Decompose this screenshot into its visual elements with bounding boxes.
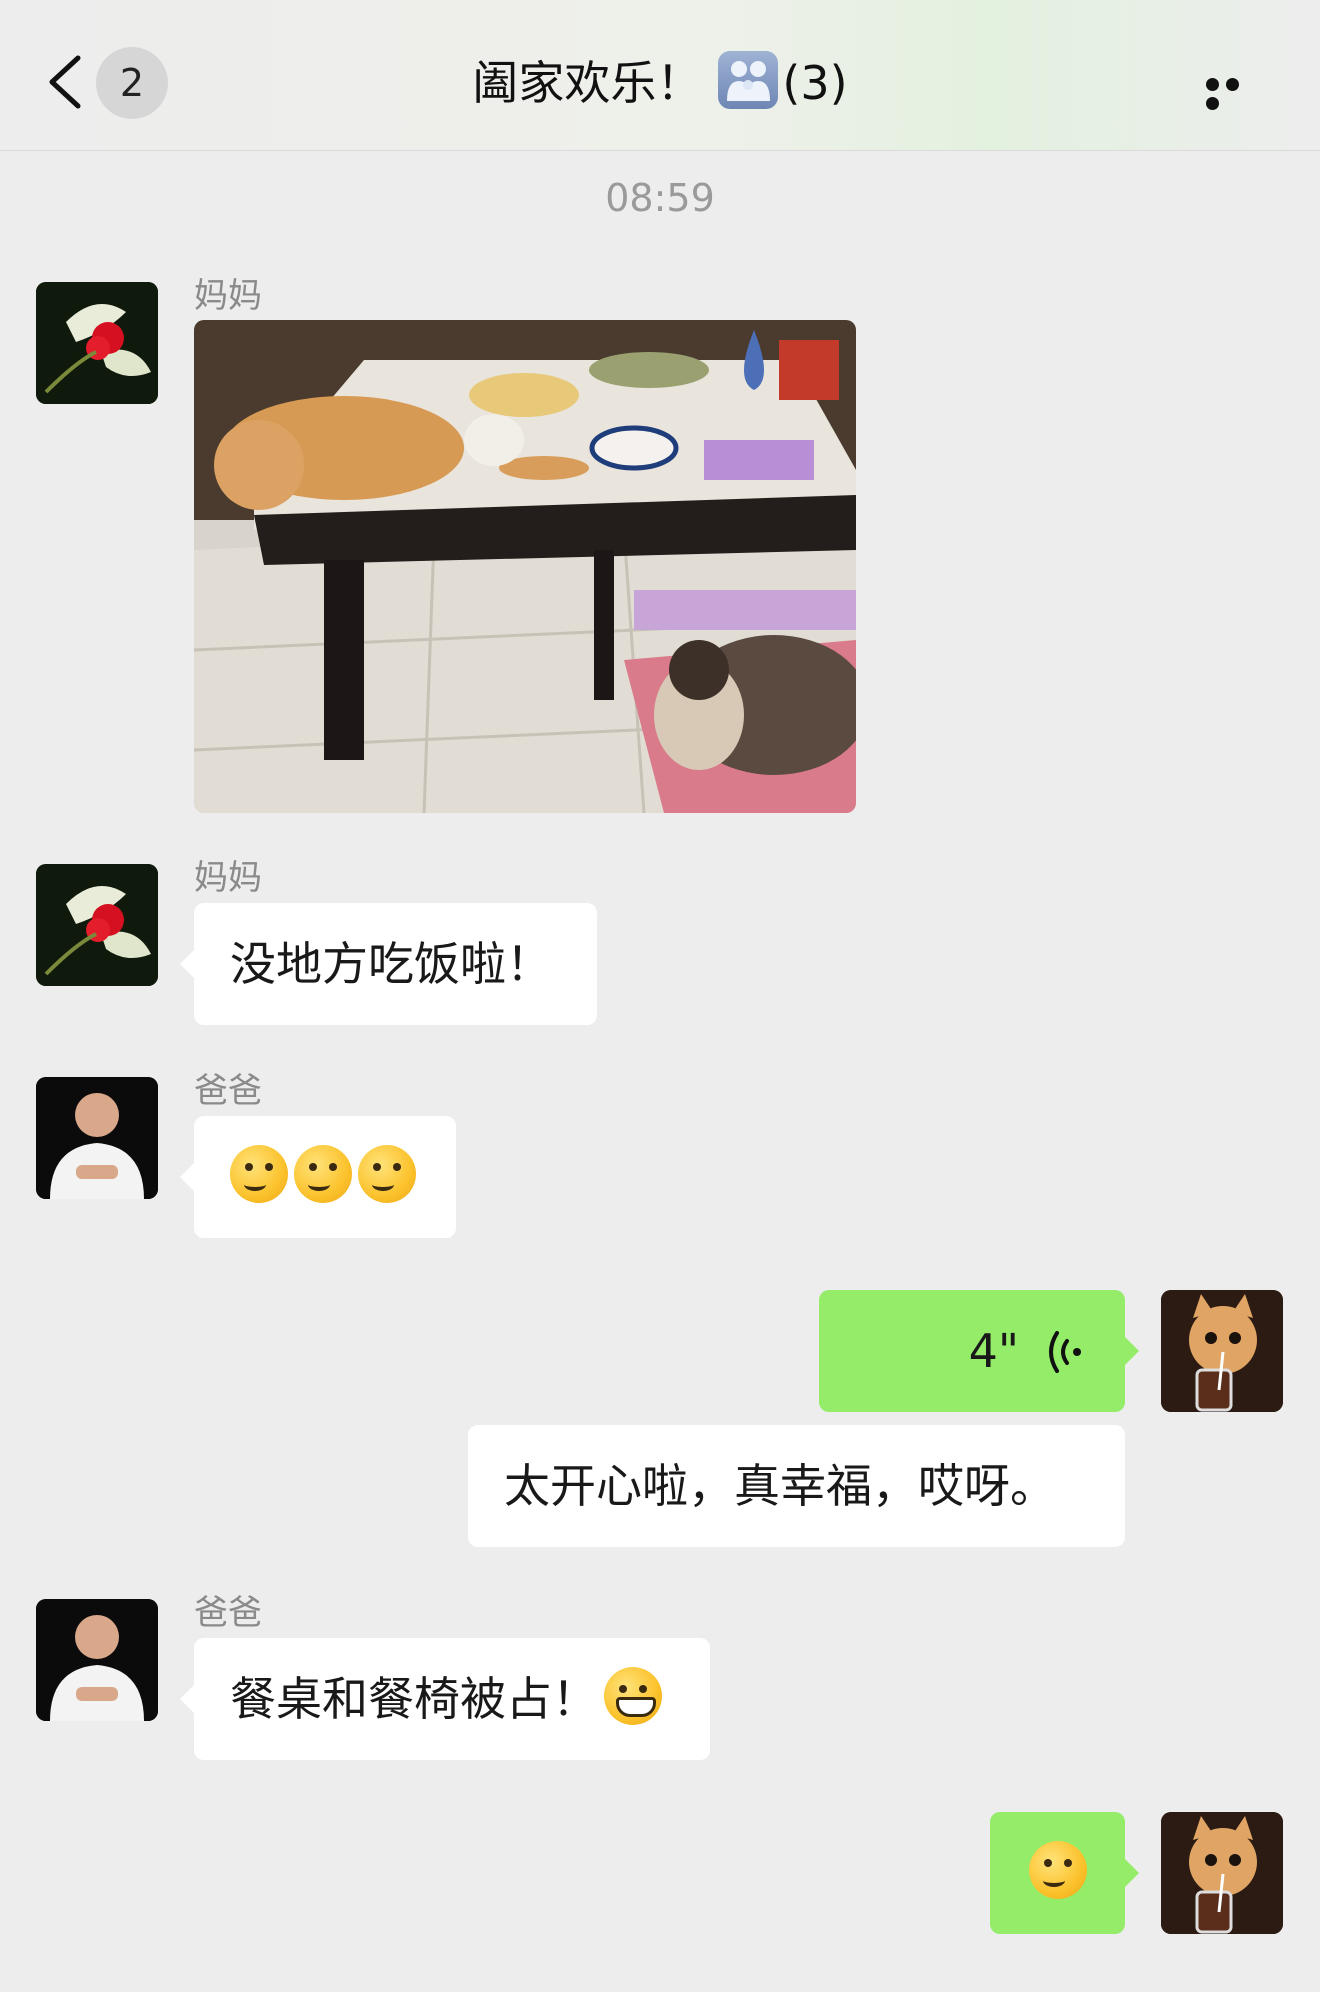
sender-name: 妈妈 (194, 276, 262, 316)
message-timestamp: 08:59 (605, 176, 715, 220)
message-text: 太开心啦，真幸福，哎呀。 (504, 1459, 1056, 1513)
avatar-mom[interactable] (36, 864, 158, 986)
more-dots-icon[interactable] (1206, 76, 1262, 110)
avatar-self[interactable] (1161, 1290, 1283, 1412)
member-count: (3) (782, 56, 848, 110)
grinning-emoji (604, 1667, 662, 1725)
message-text: 没地方吃饭啦！ (230, 937, 552, 991)
thinking-emoji (230, 1145, 288, 1203)
voice-wave-icon (1049, 1331, 1081, 1373)
thinking-emoji (358, 1145, 416, 1203)
voice-duration: 4" (968, 1324, 1019, 1378)
message-bubble[interactable]: 餐桌和餐椅被占！ (180, 1638, 710, 1760)
voice-message-bubble[interactable]: 4" (819, 1290, 1139, 1412)
chat-title: 阖家欢乐！ (3) (0, 50, 1320, 116)
message-bubble[interactable] (180, 1116, 456, 1238)
group-name: 阖家欢乐！ (472, 56, 703, 110)
thinking-emoji (294, 1145, 352, 1203)
message-bubble[interactable]: 太开心啦，真幸福，哎呀。 (468, 1425, 1125, 1547)
avatar-self[interactable] (1161, 1812, 1283, 1934)
avatar-dad[interactable] (36, 1599, 158, 1721)
sender-name: 妈妈 (194, 858, 262, 898)
message-text: 餐桌和餐椅被占！ (230, 1672, 598, 1726)
sender-name: 爸爸 (194, 1071, 262, 1111)
chat-header: 2 阖家欢乐！ (3) (0, 0, 1320, 151)
thinking-emoji (1028, 1841, 1087, 1899)
sender-name: 爸爸 (194, 1593, 262, 1633)
family-group-icon (718, 51, 779, 109)
emoji-message-bubble[interactable] (990, 1812, 1139, 1934)
shared-photo[interactable] (194, 320, 856, 813)
message-bubble[interactable]: 没地方吃饭啦！ (180, 903, 597, 1025)
avatar-dad[interactable] (36, 1077, 158, 1199)
avatar-mom[interactable] (36, 282, 158, 404)
